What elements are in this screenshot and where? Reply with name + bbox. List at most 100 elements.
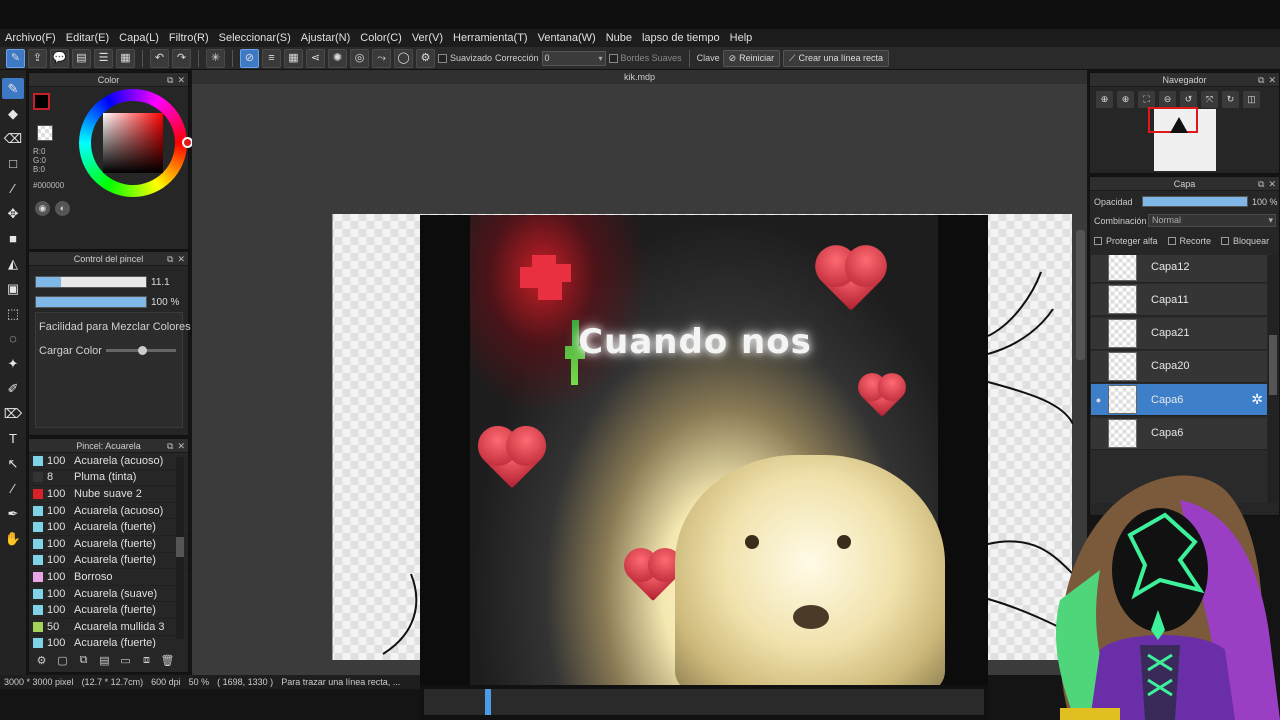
- shape-fill-icon[interactable]: ■: [2, 228, 24, 249]
- color-slider-mode-icon[interactable]: ◐: [55, 201, 70, 216]
- rotate-right-icon[interactable]: ↻: [1222, 91, 1239, 108]
- undock-icon[interactable]: ⧉: [167, 252, 173, 266]
- snap-radial-icon[interactable]: ✺: [328, 48, 347, 68]
- blend-select[interactable]: Normal: [1148, 214, 1276, 227]
- menu-editar[interactable]: Editar(E): [66, 32, 109, 44]
- snap-off-icon[interactable]: ✳: [206, 48, 225, 68]
- move-tool-icon[interactable]: ✥: [2, 203, 24, 224]
- rectangle-icon[interactable]: □: [2, 153, 24, 174]
- gradient-icon[interactable]: ▣: [2, 278, 24, 299]
- brush-list-item[interactable]: 50 Acuarela mullida 3: [29, 619, 188, 636]
- rotate-left-icon[interactable]: ↺: [1180, 91, 1197, 108]
- snap-ellipse-icon[interactable]: ◯: [394, 48, 413, 68]
- reset-button[interactable]: ⊘ Reiniciar: [722, 49, 781, 67]
- soft-edges-toggle[interactable]: Bordes Suaves: [608, 53, 682, 63]
- note-icon[interactable]: ▤: [72, 48, 91, 68]
- menu-help[interactable]: Help: [730, 32, 753, 44]
- document-tab[interactable]: kik.mdp: [192, 70, 1087, 84]
- flip-icon[interactable]: ⤧: [1201, 91, 1218, 108]
- undock-icon[interactable]: ⧉: [1258, 177, 1264, 191]
- canvas-vertical-scrollbar[interactable]: [1076, 230, 1085, 360]
- brush-list-item[interactable]: 100 Acuarela (suave): [29, 586, 188, 603]
- menu-ventana[interactable]: Ventana(W): [538, 32, 596, 44]
- straight-line-button[interactable]: ⟋ Crear una línea recta: [783, 49, 890, 67]
- new-brush-icon[interactable]: ▢: [54, 652, 71, 669]
- brush-list-item[interactable]: 100 Nube suave 2: [29, 486, 188, 503]
- bucket-icon[interactable]: ◭: [2, 253, 24, 274]
- layer-item[interactable]: Capa11: [1091, 284, 1267, 317]
- layer-item[interactable]: Capa21: [1091, 317, 1267, 350]
- snap-circle-icon[interactable]: ◎: [350, 48, 369, 68]
- layer-visibility-icon[interactable]: ●: [1091, 395, 1106, 405]
- lasso-icon[interactable]: ◌: [2, 328, 24, 349]
- duplicate-icon[interactable]: ⧈: [138, 652, 155, 669]
- video-progress-track[interactable]: [424, 689, 984, 715]
- snap-curve-icon[interactable]: ⤳: [372, 48, 391, 68]
- menu-filtro[interactable]: Filtro(R): [169, 32, 209, 44]
- brush-list-item[interactable]: 100 Borroso: [29, 569, 188, 586]
- snap-settings-icon[interactable]: ⚙: [416, 48, 435, 68]
- undock-icon[interactable]: ⧉: [167, 439, 173, 453]
- paste-brush-icon[interactable]: ▤: [96, 652, 113, 669]
- menu-color[interactable]: Color(C): [360, 32, 402, 44]
- brush-list-item[interactable]: 100 Acuarela (acuoso): [29, 453, 188, 470]
- menu-capa[interactable]: Capa(L): [119, 32, 159, 44]
- menu-ajustar[interactable]: Ajustar(N): [301, 32, 351, 44]
- close-icon[interactable]: ✕: [177, 73, 185, 87]
- brush-list-item[interactable]: 8 Pluma (tinta): [29, 470, 188, 487]
- menu-ver[interactable]: Ver(V): [412, 32, 443, 44]
- close-icon[interactable]: ✕: [1268, 73, 1276, 87]
- export-icon[interactable]: ⇪: [28, 48, 47, 68]
- foreground-color-swatch[interactable]: [33, 93, 50, 110]
- clipping-checkbox[interactable]: [1167, 237, 1176, 245]
- brush-list-scrollbar[interactable]: [176, 457, 184, 639]
- snap-vanish-icon[interactable]: ⋖: [306, 48, 325, 68]
- menu-nube[interactable]: Nube: [606, 32, 632, 44]
- close-icon[interactable]: ✕: [177, 439, 185, 453]
- undock-icon[interactable]: ⧉: [167, 73, 173, 87]
- smooth-checkbox[interactable]: [438, 53, 447, 63]
- transparent-color-swatch[interactable]: [37, 125, 53, 141]
- menu-archivo[interactable]: Archivo(F): [5, 32, 56, 44]
- select-rect-icon[interactable]: ⬚: [2, 303, 24, 324]
- brush-list-item[interactable]: 100 Acuarela (fuerte): [29, 553, 188, 570]
- load-color-slider[interactable]: [106, 346, 176, 355]
- magic-wand-icon[interactable]: ✦: [2, 353, 24, 374]
- layer-item[interactable]: ● Capa6 ✲: [1091, 384, 1267, 417]
- close-icon[interactable]: ✕: [177, 252, 185, 266]
- pen-icon[interactable]: ✒: [2, 503, 24, 524]
- zoom-out-icon[interactable]: ⊖: [1159, 91, 1176, 108]
- load-color-knob[interactable]: [138, 346, 147, 355]
- brush-tool-icon[interactable]: ✎: [2, 78, 24, 99]
- saturation-value-square[interactable]: [103, 113, 163, 173]
- grid-list-icon[interactable]: ▦: [116, 48, 135, 68]
- close-icon[interactable]: ✕: [1268, 177, 1276, 191]
- brush-list-item[interactable]: 100 Acuarela (acuoso): [29, 503, 188, 520]
- layer-item[interactable]: Capa20: [1091, 350, 1267, 383]
- redo-icon[interactable]: ↷: [172, 48, 191, 68]
- blur-tool-icon[interactable]: ∕: [2, 178, 24, 199]
- zoom-icon[interactable]: ⊕: [1117, 91, 1134, 108]
- color-wheel[interactable]: [79, 89, 193, 197]
- folder-icon[interactable]: ▭: [117, 652, 134, 669]
- snap-parallel-icon[interactable]: ≡: [262, 48, 281, 68]
- select-eraser-icon[interactable]: ⌫: [2, 128, 24, 149]
- text-tool-icon[interactable]: T: [2, 428, 24, 449]
- select-pen-icon[interactable]: ✐: [2, 378, 24, 399]
- brush-list-item[interactable]: 100 Acuarela (fuerte): [29, 602, 188, 619]
- smooth-toggle[interactable]: Suavizado: [438, 53, 492, 63]
- layer-item[interactable]: Capa12: [1091, 255, 1267, 283]
- brush-opacity-slider[interactable]: [35, 296, 147, 308]
- lock-checkbox[interactable]: [1221, 237, 1230, 245]
- brush-list-scroll-thumb[interactable]: [176, 537, 184, 557]
- layer-list-scroll-thumb[interactable]: [1269, 335, 1277, 395]
- snap-none-icon[interactable]: ⊘: [240, 48, 259, 68]
- layer-opacity-slider[interactable]: [1142, 196, 1248, 207]
- undo-icon[interactable]: ↶: [150, 48, 169, 68]
- soft-edges-checkbox[interactable]: [608, 53, 618, 63]
- navigator-preview[interactable]: [1148, 107, 1216, 171]
- hand-icon[interactable]: ✋: [2, 528, 24, 549]
- fit-icon[interactable]: ⛶: [1138, 91, 1155, 108]
- copy-brush-icon[interactable]: ⧉: [75, 652, 92, 669]
- menu-seleccionar[interactable]: Seleccionar(S): [219, 32, 291, 44]
